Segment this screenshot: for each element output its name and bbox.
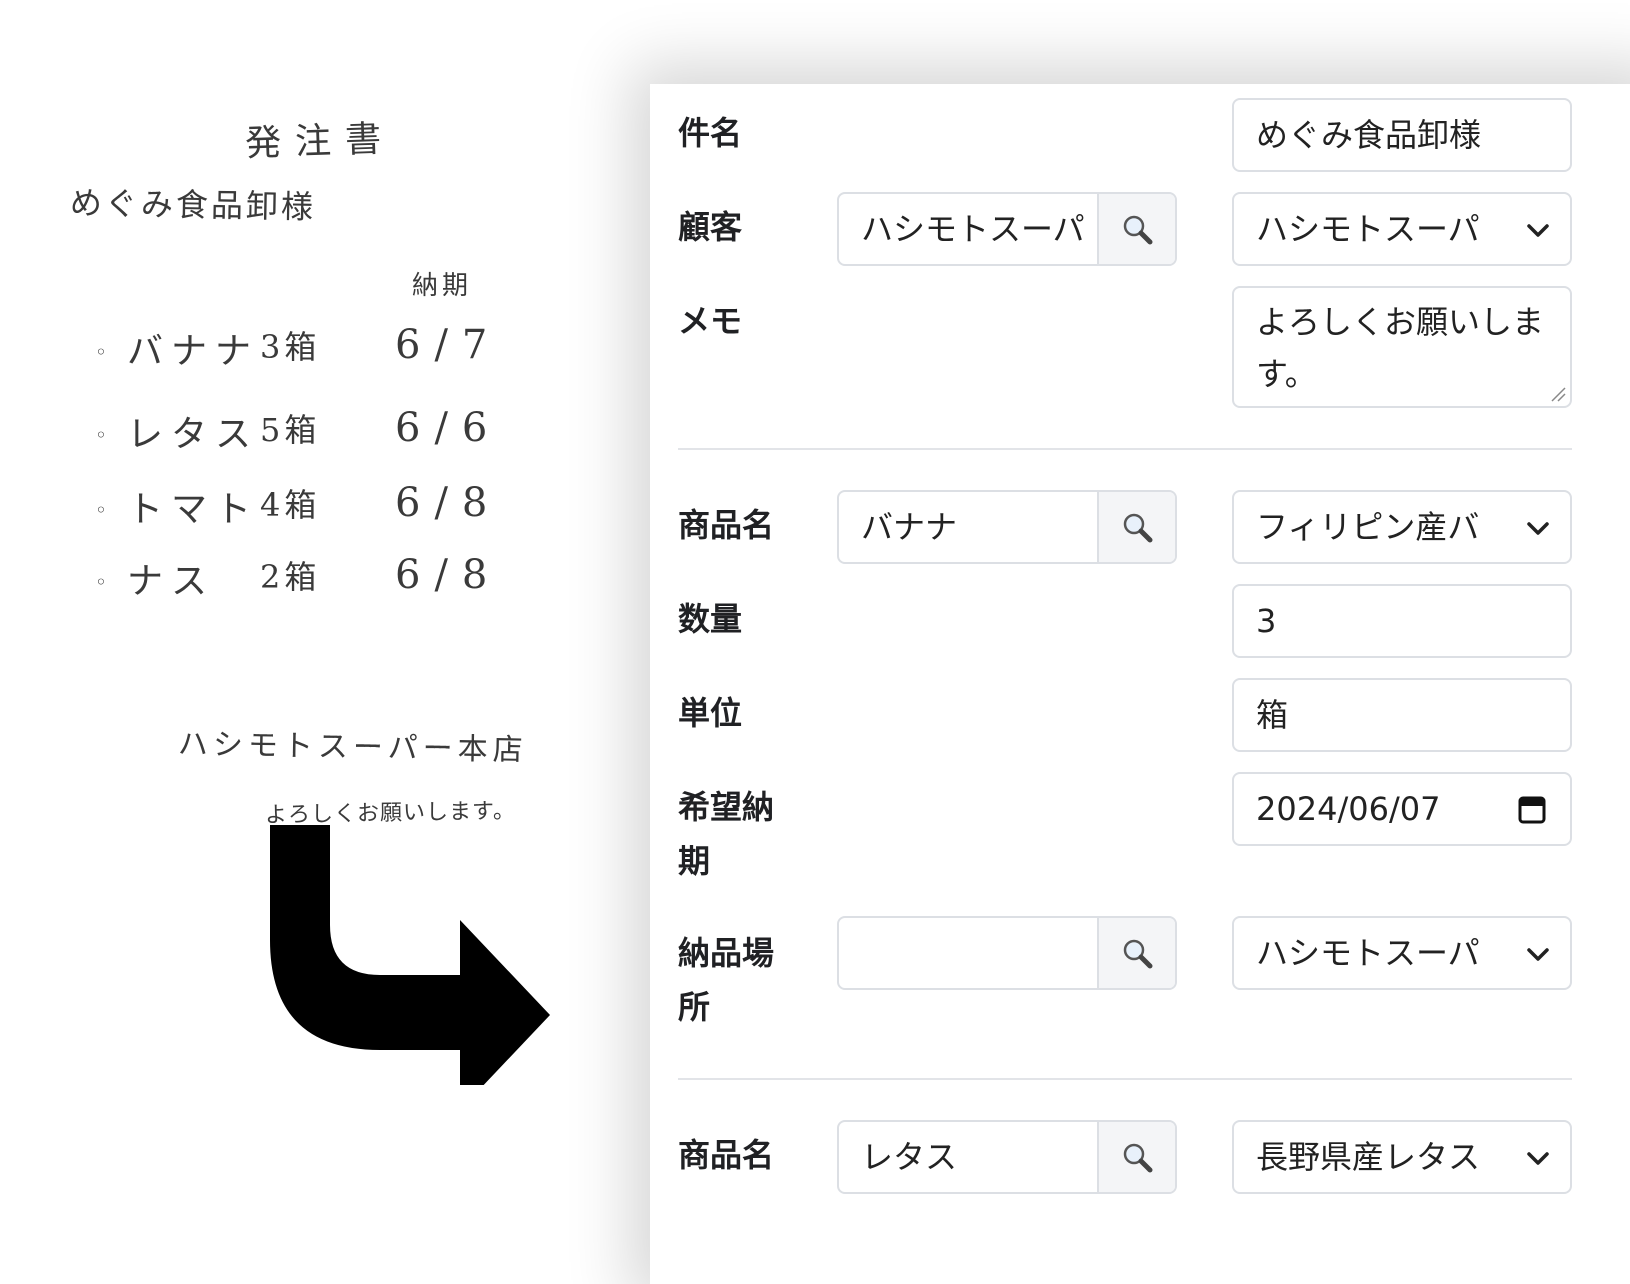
delivery-place-search-input[interactable] — [839, 918, 1101, 988]
due-date-value: 2024/06/07 — [1256, 790, 1441, 828]
customer-label: 顧客 — [678, 208, 743, 246]
chevron-down-icon — [1527, 1152, 1549, 1165]
product-select-value: フィリピン産バ — [1256, 508, 1480, 546]
item-qty: 3箱 — [260, 328, 321, 366]
subject-input[interactable]: めぐみ食品卸様 — [1232, 98, 1572, 172]
chevron-down-icon — [1527, 224, 1549, 237]
product-label: 商品名 — [678, 1136, 775, 1174]
order-entry-form: 件名 めぐみ食品卸様 顧客 ハシモトスーパ ハシモトスーパ メモ よろしくお願い… — [650, 84, 1630, 1284]
item-date: 6/8 — [395, 480, 502, 526]
item-name: バナナ — [127, 331, 260, 372]
delivery-place-search-button[interactable] — [1097, 918, 1175, 988]
subject-label: 件名 — [678, 114, 743, 152]
customer-search-button[interactable] — [1097, 194, 1175, 264]
section-divider — [678, 448, 1572, 450]
quantity-label: 数量 — [678, 600, 743, 638]
unit-input[interactable]: 箱 — [1232, 678, 1572, 752]
magnifier-icon — [1123, 1143, 1153, 1173]
product-select[interactable]: 長野県産レタス — [1232, 1120, 1572, 1194]
order-line: ◦ レタス 5箱 6/6 — [95, 405, 565, 465]
memo-note: よろしくお願いします。 — [264, 798, 517, 829]
product-select-value: 長野県産レタス — [1256, 1138, 1481, 1176]
delivery-place-label: 納品場所 — [678, 934, 775, 1026]
unit-label: 単位 — [678, 694, 743, 732]
item-name: トマト — [127, 489, 260, 530]
magnifier-icon — [1123, 939, 1153, 969]
delivery-place-select-value: ハシモトスーパ — [1256, 934, 1480, 972]
bullet: ◦ — [95, 340, 107, 364]
order-line: ◦ バナナ 3箱 6/7 — [95, 322, 565, 382]
item-date: 6/7 — [395, 322, 502, 368]
item-name: ナス — [127, 561, 216, 602]
item-qty: 4箱 — [260, 486, 321, 524]
memo-textarea[interactable]: よろしくお願いします。 — [1232, 286, 1572, 408]
bullet: ◦ — [95, 570, 107, 594]
curved-arrow-icon — [270, 825, 550, 1085]
due-date-input[interactable]: 2024/06/07 — [1232, 772, 1572, 846]
item-qty: 5箱 — [260, 411, 321, 449]
chevron-down-icon — [1527, 948, 1549, 961]
product-search-button[interactable] — [1097, 492, 1175, 562]
product-search-field[interactable]: レタス — [837, 1120, 1177, 1194]
bullet: ◦ — [95, 498, 107, 522]
section-divider — [678, 1078, 1572, 1080]
product-search-input[interactable]: レタス — [839, 1122, 1101, 1192]
order-line: ◦ ナス 2箱 6/8 — [95, 552, 565, 612]
customer-select[interactable]: ハシモトスーパ — [1232, 192, 1572, 266]
item-qty: 2箱 — [260, 558, 321, 596]
customer-select-value: ハシモトスーパ — [1256, 210, 1480, 248]
due-date-header: 納期 — [412, 271, 473, 301]
bullet: ◦ — [95, 423, 107, 447]
item-date: 6/8 — [395, 552, 502, 598]
resize-handle-icon[interactable] — [1548, 384, 1566, 402]
order-line: ◦ トマト 4箱 6/8 — [95, 480, 565, 540]
order-title: 発注書 — [244, 118, 396, 165]
store-name: ハシモトスーパー本店 — [177, 726, 528, 769]
product-label: 商品名 — [678, 506, 775, 544]
due-date-label: 希望納期 — [678, 788, 775, 880]
magnifier-icon — [1123, 513, 1153, 543]
memo-text: よろしくお願いします。 — [1256, 303, 1545, 393]
calendar-icon[interactable] — [1518, 794, 1546, 824]
quantity-input[interactable]: 3 — [1232, 584, 1572, 658]
item-date: 6/6 — [395, 405, 502, 451]
product-select[interactable]: フィリピン産バ — [1232, 490, 1572, 564]
customer-search-input[interactable]: ハシモトスーパ — [839, 194, 1101, 264]
memo-label: メモ — [678, 302, 743, 340]
magnifier-icon — [1123, 215, 1153, 245]
product-search-button[interactable] — [1097, 1122, 1175, 1192]
product-search-field[interactable]: バナナ — [837, 490, 1177, 564]
customer-search-field[interactable]: ハシモトスーパ — [837, 192, 1177, 266]
handwritten-order-sheet: 発注書 めぐみ食品卸様 納期 ◦ バナナ 3箱 6/7 ◦ レタス 5箱 6/6… — [0, 0, 600, 1268]
delivery-place-select[interactable]: ハシモトスーパ — [1232, 916, 1572, 990]
product-search-input[interactable]: バナナ — [839, 492, 1101, 562]
chevron-down-icon — [1527, 522, 1549, 535]
delivery-place-search-field[interactable] — [837, 916, 1177, 990]
addressee: めぐみ食品卸様 — [69, 183, 317, 227]
item-name: レタス — [127, 414, 260, 455]
